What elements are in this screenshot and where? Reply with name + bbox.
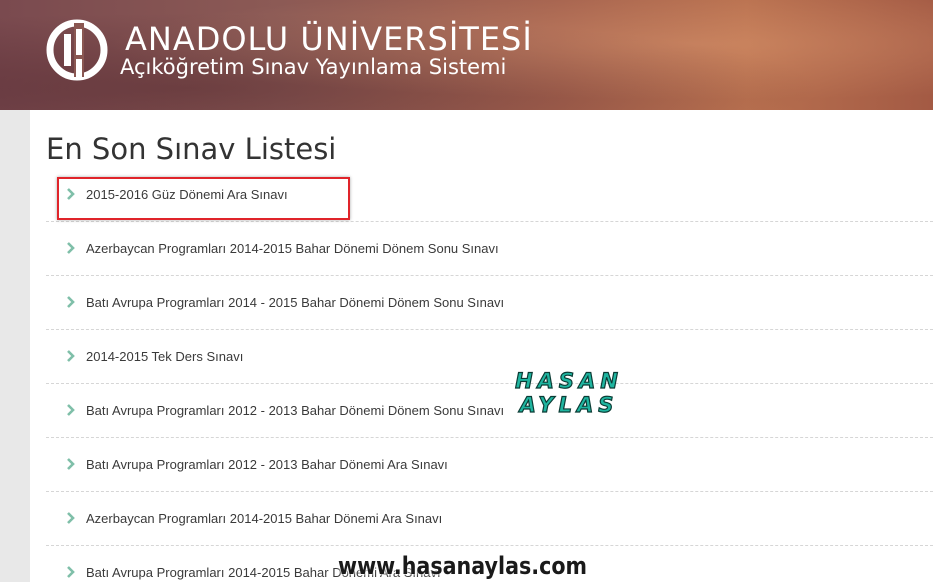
chevron-right-icon: [67, 511, 75, 524]
exam-list-item[interactable]: Batı Avrupa Programları 2012 - 2013 Baha…: [46, 384, 933, 438]
exam-link[interactable]: Azerbaycan Programları 2014-2015 Bahar D…: [86, 241, 499, 256]
main-content: En Son Sınav Listesi 2015-2016 Güz Dönem…: [30, 110, 933, 582]
chevron-right-icon: [67, 187, 75, 200]
chevron-right-icon: [67, 457, 75, 470]
exam-link[interactable]: Azerbaycan Programları 2014-2015 Bahar D…: [86, 511, 442, 526]
exam-link[interactable]: Batı Avrupa Programları 2012 - 2013 Baha…: [86, 403, 504, 418]
university-name: ANADOLU ÜNİVERSİTESİ: [125, 20, 533, 58]
exam-link[interactable]: 2014-2015 Tek Ders Sınavı: [86, 349, 243, 364]
exam-link[interactable]: Batı Avrupa Programları 2012 - 2013 Baha…: [86, 457, 448, 472]
system-name: Açıköğretim Sınav Yayınlama Sistemi: [120, 55, 507, 79]
exam-list-item[interactable]: Batı Avrupa Programları 2012 - 2013 Baha…: [46, 438, 933, 492]
watermark-url: www.hasanaylas.com: [338, 552, 588, 580]
exam-list-item[interactable]: 2015-2016 Güz Dönemi Ara Sınavı: [46, 168, 933, 222]
university-logo-icon[interactable]: [46, 19, 118, 81]
chevron-right-icon: [67, 241, 75, 254]
chevron-right-icon: [67, 403, 75, 416]
page-title: En Son Sınav Listesi: [46, 132, 337, 166]
exam-list: 2015-2016 Güz Dönemi Ara Sınavı Azerbayc…: [46, 168, 933, 582]
exam-list-item[interactable]: Batı Avrupa Programları 2014 - 2015 Baha…: [46, 276, 933, 330]
exam-list-item[interactable]: Azerbaycan Programları 2014-2015 Bahar D…: [46, 492, 933, 546]
site-header: ANADOLU ÜNİVERSİTESİ Açıköğretim Sınav Y…: [0, 0, 933, 110]
chevron-right-icon: [67, 565, 75, 578]
left-gutter: [0, 110, 30, 582]
chevron-right-icon: [67, 295, 75, 308]
chevron-right-icon: [67, 349, 75, 362]
exam-link[interactable]: Batı Avrupa Programları 2014 - 2015 Baha…: [86, 295, 504, 310]
exam-list-item[interactable]: Azerbaycan Programları 2014-2015 Bahar D…: [46, 222, 933, 276]
exam-link[interactable]: 2015-2016 Güz Dönemi Ara Sınavı: [86, 187, 288, 202]
exam-list-item[interactable]: 2014-2015 Tek Ders Sınavı: [46, 330, 933, 384]
